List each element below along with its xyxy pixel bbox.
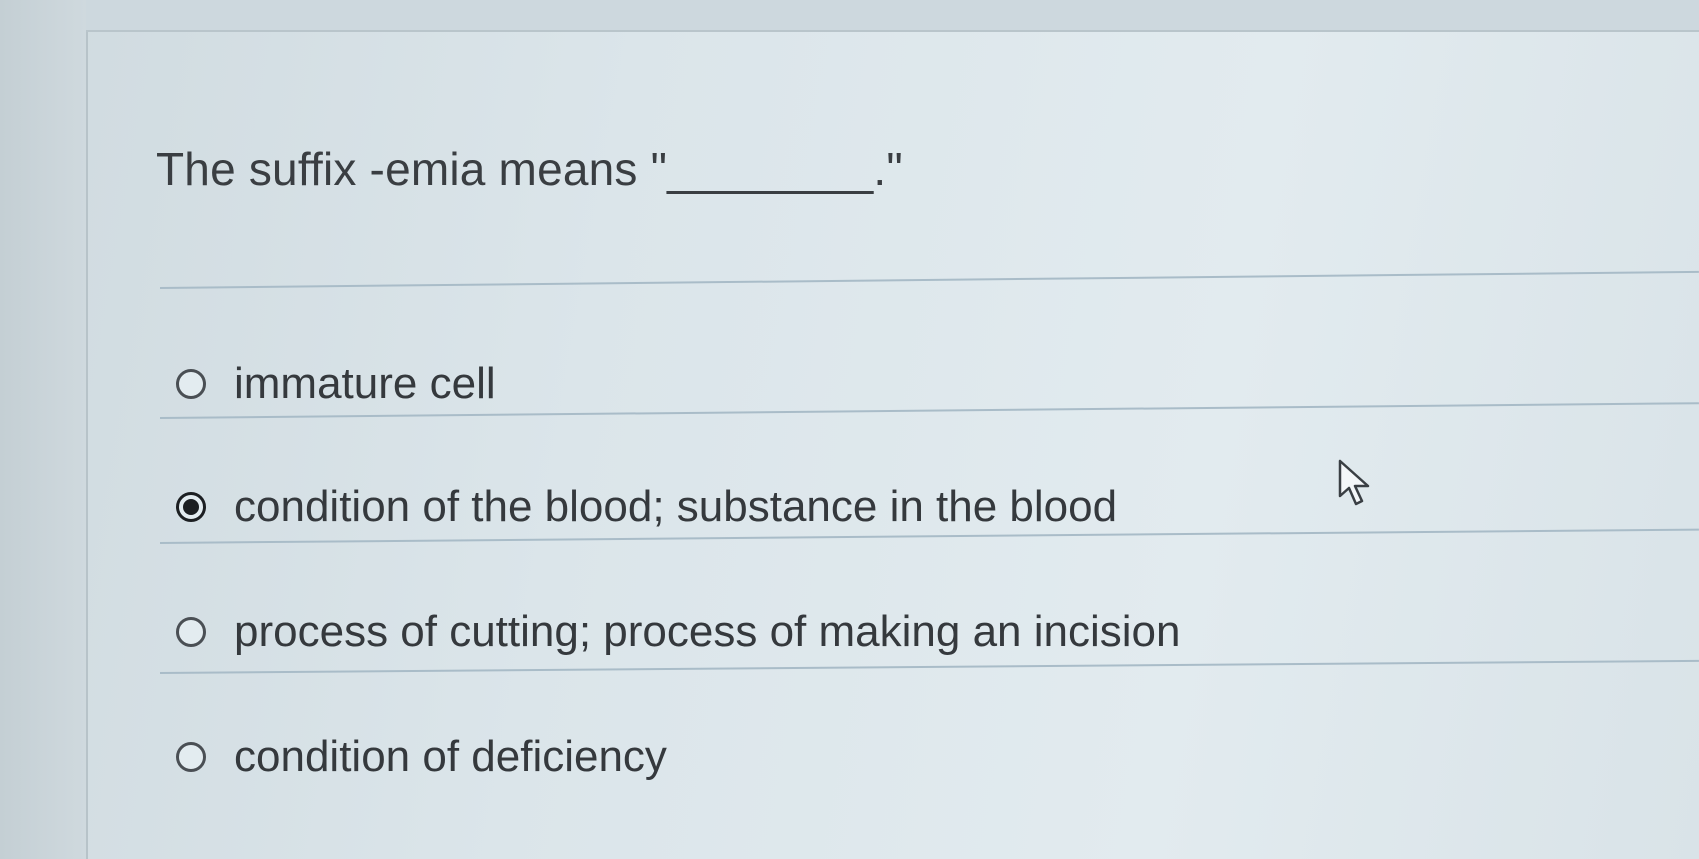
- top-bar: [86, 0, 1699, 32]
- option-label: condition of deficiency: [234, 732, 667, 781]
- option-label: condition of the blood; substance in the…: [234, 482, 1118, 531]
- option-process-of-cutting[interactable]: process of cutting; process of making an…: [176, 607, 1180, 657]
- divider: [159, 270, 1699, 289]
- option-label: immature cell: [234, 359, 496, 408]
- left-panel-edge: [0, 0, 88, 859]
- option-label: process of cutting; process of making an…: [234, 607, 1181, 656]
- screen-background: The suffix -emia means "________." immat…: [0, 0, 1699, 859]
- question-text: The suffix -emia means "________.": [156, 143, 903, 195]
- option-condition-of-deficiency[interactable]: condition of deficiency: [176, 732, 667, 782]
- radio-button-icon[interactable]: [176, 617, 206, 647]
- option-immature-cell[interactable]: immature cell: [176, 359, 496, 409]
- radio-button-selected-icon[interactable]: [176, 492, 206, 522]
- question-panel: The suffix -emia means "________." immat…: [88, 32, 1699, 859]
- divider: [159, 659, 1699, 674]
- option-condition-of-the-blood[interactable]: condition of the blood; substance in the…: [176, 482, 1117, 532]
- arrow-pointer-icon: [1338, 459, 1370, 506]
- radio-button-icon[interactable]: [176, 742, 206, 772]
- radio-button-icon[interactable]: [176, 369, 206, 399]
